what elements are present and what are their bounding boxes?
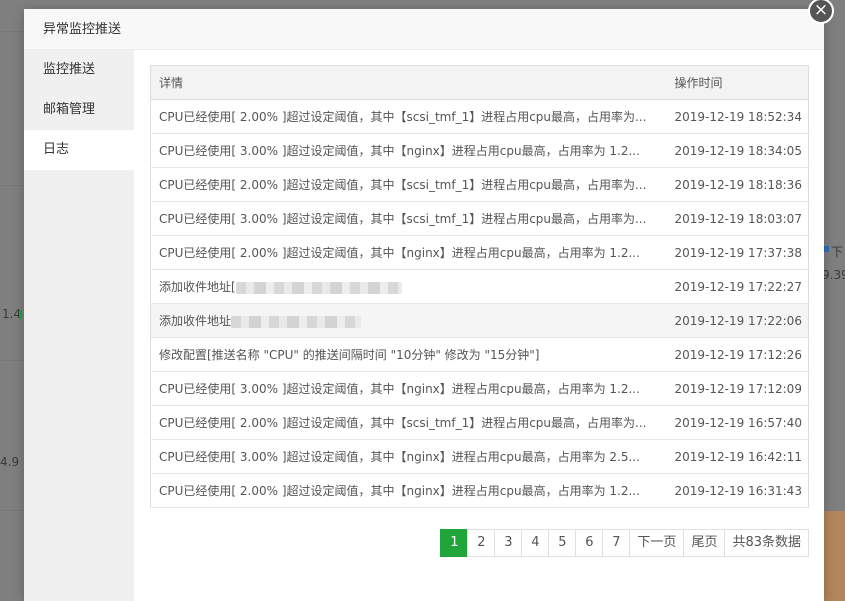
table-row: CPU已经使用[ 2.00% ]超过设定阈值，其中【nginx】进程占用cpu最… [150, 235, 809, 270]
page-button-6[interactable]: 6 [575, 529, 604, 557]
log-detail-cell: CPU已经使用[ 2.00% ]超过设定阈值，其中【scsi_tmf_1】进程占… [150, 405, 667, 440]
log-detail-text: CPU已经使用[ 3.00% ]超过设定阈值，其中【nginx】进程占用cpu最… [159, 382, 640, 396]
table-row: 修改配置[推送名称 "CPU" 的推送间隔时间 "10分钟" 修改为 "15分钟… [150, 337, 809, 372]
monitor-push-dialog: 异常监控推送 监控推送 邮箱管理 日志 详情 操作时间 CPU已经使用[ 2.0… [24, 9, 824, 601]
table-row: CPU已经使用[ 2.00% ]超过设定阈值，其中【scsi_tmf_1】进程占… [150, 99, 809, 134]
total-count: 共83条数据 [724, 529, 809, 557]
log-detail-cell: CPU已经使用[ 3.00% ]超过设定阈值，其中【scsi_tmf_1】进程占… [150, 201, 667, 236]
log-time-cell: 2019-12-19 18:52:34 [666, 99, 809, 134]
page-button-5[interactable]: 5 [548, 529, 577, 557]
log-detail-text: 修改配置[推送名称 "CPU" 的推送间隔时间 "10分钟" 修改为 "15分钟… [159, 348, 540, 362]
pagination: 1 2 3 4 5 6 7 下一页 尾页 共83条数据 [440, 529, 809, 557]
background-divider [0, 510, 24, 511]
sidebar-item-log[interactable]: 日志 [24, 130, 134, 170]
log-detail-text: 添加收件地址 [159, 314, 232, 328]
log-detail-text: CPU已经使用[ 2.00% ]超过设定阈值，其中【scsi_tmf_1】进程占… [159, 110, 647, 124]
log-time-cell: 2019-12-19 16:42:11 [666, 439, 809, 474]
background-divider [0, 360, 24, 361]
dialog-sidebar: 监控推送 邮箱管理 日志 [24, 50, 134, 601]
log-time-cell: 2019-12-19 18:34:05 [666, 133, 809, 168]
column-header-time: 操作时间 [666, 65, 809, 100]
log-detail-cell: CPU已经使用[ 2.00% ]超过设定阈值，其中【scsi_tmf_1】进程占… [150, 99, 667, 134]
log-detail-cell: CPU已经使用[ 2.00% ]超过设定阈值，其中【nginx】进程占用cpu最… [150, 473, 667, 508]
background-divider [0, 185, 24, 186]
log-detail-text: CPU已经使用[ 2.00% ]超过设定阈值，其中【scsi_tmf_1】进程占… [159, 416, 647, 430]
table-row: CPU已经使用[ 2.00% ]超过设定阈值，其中【nginx】进程占用cpu最… [150, 473, 809, 508]
background-legend-marker [824, 246, 829, 252]
table-header-row: 详情 操作时间 [150, 65, 809, 100]
log-detail-text: CPU已经使用[ 3.00% ]超过设定阈值，其中【scsi_tmf_1】进程占… [159, 212, 647, 226]
table-row: CPU已经使用[ 3.00% ]超过设定阈值，其中【nginx】进程占用cpu最… [150, 133, 809, 168]
log-time-cell: 2019-12-19 16:57:40 [666, 405, 809, 440]
page-button-4[interactable]: 4 [521, 529, 550, 557]
redacted-email [231, 315, 362, 328]
log-detail-text: CPU已经使用[ 3.00% ]超过设定阈值，其中【nginx】进程占用cpu最… [159, 144, 640, 158]
log-detail-cell: 添加收件地址 [150, 303, 667, 338]
log-detail-cell: CPU已经使用[ 2.00% ]超过设定阈值，其中【nginx】进程占用cpu最… [150, 235, 667, 270]
background-value: 4.9 [0, 455, 20, 469]
log-detail-cell: CPU已经使用[ 3.00% ]超过设定阈值，其中【nginx】进程占用cpu最… [150, 133, 667, 168]
table-row: 添加收件地址[ 2019-12-19 17:22:27 [150, 269, 809, 304]
table-row: CPU已经使用[ 2.00% ]超过设定阈值，其中【scsi_tmf_1】进程占… [150, 167, 809, 202]
background-value: 9.39 [822, 268, 845, 282]
log-time-cell: 2019-12-19 17:22:27 [666, 269, 809, 304]
last-page-button[interactable]: 尾页 [683, 529, 726, 557]
table-row: CPU已经使用[ 3.00% ]超过设定阈值，其中【scsi_tmf_1】进程占… [150, 201, 809, 236]
table-row: CPU已经使用[ 3.00% ]超过设定阈值，其中【nginx】进程占用cpu最… [150, 439, 809, 474]
log-detail-cell: 修改配置[推送名称 "CPU" 的推送间隔时间 "10分钟" 修改为 "15分钟… [150, 337, 667, 372]
log-detail-text: CPU已经使用[ 2.00% ]超过设定阈值，其中【nginx】进程占用cpu最… [159, 246, 640, 260]
dialog-title: 异常监控推送 [24, 9, 824, 50]
log-time-cell: 2019-12-19 17:22:06 [666, 303, 809, 338]
log-detail-cell: CPU已经使用[ 2.00% ]超过设定阈值，其中【scsi_tmf_1】进程占… [150, 167, 667, 202]
background-divider [0, 31, 24, 32]
page-button-1[interactable]: 1 [440, 529, 469, 557]
log-detail-text: CPU已经使用[ 3.00% ]超过设定阈值，其中【nginx】进程占用cpu最… [159, 450, 640, 464]
log-detail-cell: CPU已经使用[ 3.00% ]超过设定阈值，其中【nginx】进程占用cpu最… [150, 371, 667, 406]
log-time-cell: 2019-12-19 16:31:43 [666, 473, 809, 508]
log-detail-cell: 添加收件地址[ [150, 269, 667, 304]
background-label: 下 [831, 245, 844, 259]
log-time-cell: 2019-12-19 17:37:38 [666, 235, 809, 270]
log-detail-cell: CPU已经使用[ 3.00% ]超过设定阈值，其中【nginx】进程占用cpu最… [150, 439, 667, 474]
page-button-2[interactable]: 2 [467, 529, 496, 557]
redacted-email [235, 281, 402, 294]
sidebar-item-monitor-push[interactable]: 监控推送 [24, 50, 134, 90]
page-button-3[interactable]: 3 [494, 529, 523, 557]
table-row: 添加收件地址 2019-12-19 17:22:06 [150, 303, 809, 338]
log-time-cell: 2019-12-19 18:03:07 [666, 201, 809, 236]
log-detail-text: CPU已经使用[ 2.00% ]超过设定阈值，其中【scsi_tmf_1】进程占… [159, 178, 647, 192]
sidebar-item-mailbox[interactable]: 邮箱管理 [24, 90, 134, 130]
log-panel: 详情 操作时间 CPU已经使用[ 2.00% ]超过设定阈值，其中【scsi_t… [150, 65, 809, 508]
page-button-7[interactable]: 7 [602, 529, 631, 557]
log-time-cell: 2019-12-19 17:12:09 [666, 371, 809, 406]
column-header-detail: 详情 [150, 65, 667, 100]
table-row: CPU已经使用[ 3.00% ]超过设定阈值，其中【nginx】进程占用cpu最… [150, 371, 809, 406]
log-time-cell: 2019-12-19 17:12:26 [666, 337, 809, 372]
log-detail-text: 添加收件地址[ [159, 280, 236, 294]
log-time-cell: 2019-12-19 18:18:36 [666, 167, 809, 202]
table-row: CPU已经使用[ 2.00% ]超过设定阈值，其中【scsi_tmf_1】进程占… [150, 405, 809, 440]
background-chart-fragment [823, 511, 845, 601]
log-detail-text: CPU已经使用[ 2.00% ]超过设定阈值，其中【nginx】进程占用cpu最… [159, 484, 640, 498]
background-marker [19, 310, 22, 319]
next-page-button[interactable]: 下一页 [629, 529, 685, 557]
log-table: 详情 操作时间 CPU已经使用[ 2.00% ]超过设定阈值，其中【scsi_t… [150, 65, 809, 508]
